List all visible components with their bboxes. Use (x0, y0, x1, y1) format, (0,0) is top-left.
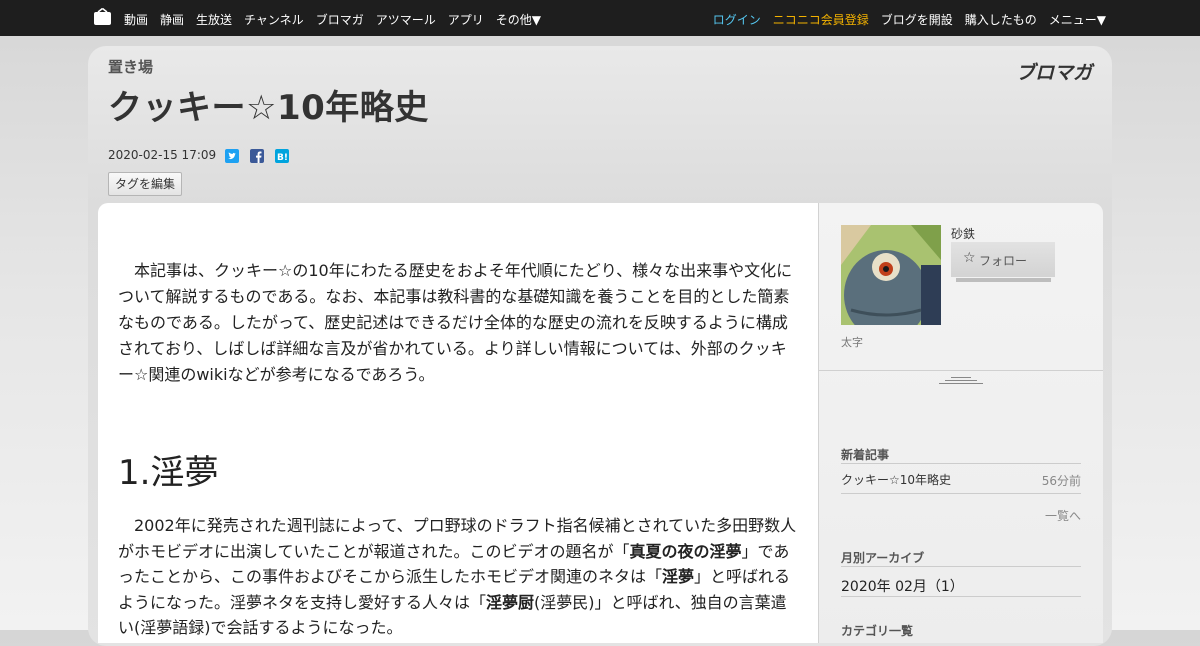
global-nav: 動画 静画 生放送 チャンネル ブロマガ アツマール アプリ その他▼ (124, 11, 541, 28)
recent-articles-title: 新着記事 (841, 448, 890, 462)
nav-other-menu[interactable]: その他▼ (496, 11, 541, 28)
account-nav: ログイン ニコニコ会員登録 ブログを開設 購入したもの メニュー▼ (713, 11, 1106, 28)
blomaga-logo[interactable]: ブロマガ (1016, 58, 1092, 85)
bold-term: 真夏の夜の淫夢 (629, 541, 742, 561)
top-nav-bar: 動画 静画 生放送 チャンネル ブロマガ アツマール アプリ その他▼ ログイン… (0, 0, 1200, 36)
nav-atsumaru[interactable]: アツマール (376, 11, 436, 28)
twitter-share-icon[interactable] (225, 149, 239, 163)
login-link[interactable]: ログイン (713, 11, 761, 28)
section-divider (841, 596, 1081, 597)
facebook-share-icon[interactable] (250, 149, 264, 163)
article-intro: 本記事は、クッキー☆の10年にわたる歴史をおよそ年代順にたどり、様々な出来事や文… (118, 261, 793, 384)
star-icon: ☆ (963, 250, 976, 266)
follow-button[interactable]: ☆ フォロー (951, 242, 1055, 277)
hatena-bookmark-icon[interactable]: B! (275, 149, 289, 163)
view-all-link[interactable]: 一覧へ (1045, 507, 1081, 524)
nav-douga[interactable]: 動画 (124, 11, 148, 28)
follow-button-shadow (956, 278, 1051, 282)
author-avatar[interactable] (841, 225, 941, 325)
open-blog-link[interactable]: ブログを開設 (881, 11, 953, 28)
niconico-tv-icon[interactable] (94, 8, 111, 25)
nav-seiga[interactable]: 静画 (160, 11, 184, 28)
svg-text:B!: B! (277, 153, 288, 163)
sidebar-divider (819, 370, 1103, 371)
archive-month-link[interactable]: 2020年 02月（1） (841, 576, 964, 596)
recent-article-time: 56分前 (1041, 474, 1081, 488)
edit-tags-button[interactable]: タグを編集 (108, 172, 183, 196)
section-paragraph: 2002年に発売された週刊誌によって、プロ野球のドラフト指名候補とされていた多田… (118, 513, 800, 641)
monthly-archive-title: 月別アーカイブ (841, 551, 925, 565)
nav-live[interactable]: 生放送 (196, 11, 232, 28)
section-divider (841, 463, 1081, 464)
category-list-title: カテゴリ一覧 (841, 624, 914, 638)
collapse-handle-icon[interactable] (939, 377, 983, 386)
article-title: クッキー☆10年略史 (108, 88, 429, 128)
register-link[interactable]: ニコニコ会員登録 (773, 11, 869, 28)
bold-term: 淫夢 (662, 567, 695, 586)
publish-date: 2020-02-15 17:09 (108, 148, 217, 162)
article-body: 本記事は、クッキー☆の10年にわたる歴史をおよそ年代順にたどり、様々な出来事や文… (98, 203, 818, 643)
nav-blomaga[interactable]: ブロマガ (316, 11, 364, 28)
menu-dropdown[interactable]: メニュー▼ (1049, 11, 1106, 28)
bold-term: 淫夢厨 (486, 592, 535, 612)
recent-article-link[interactable]: クッキー☆10年略史 (841, 471, 951, 488)
section-divider (841, 566, 1081, 567)
nav-channel[interactable]: チャンネル (244, 11, 304, 28)
author-name[interactable]: 砂鉄 (951, 225, 975, 242)
section-divider (841, 493, 1081, 494)
follow-label: フォロー (979, 254, 1028, 268)
sidebar: 砂鉄 ☆ フォロー 太字 新着記事 クッキー☆10年略史 56分前 一覧へ 月別… (818, 203, 1103, 643)
avatar-caption: 太字 (841, 336, 863, 349)
nav-app[interactable]: アプリ (448, 11, 484, 28)
section-heading: 1.淫夢 (118, 453, 219, 493)
blog-name[interactable]: 置き場 (108, 56, 153, 77)
purchased-link[interactable]: 購入したもの (965, 11, 1037, 28)
